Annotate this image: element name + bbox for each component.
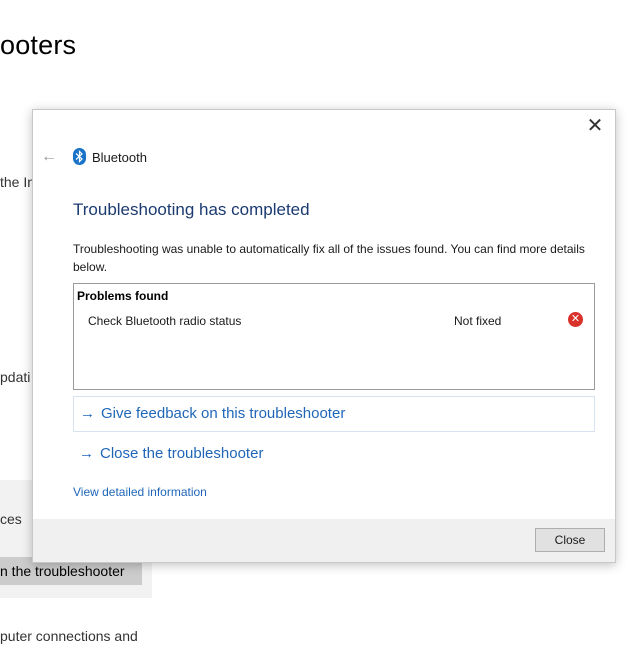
close-icon[interactable]: ✕: [585, 116, 605, 136]
background-text: pdati: [0, 369, 31, 385]
page-title: ooters: [0, 30, 77, 60]
arrow-right-icon: →: [79, 445, 94, 462]
view-detailed-information-link[interactable]: View detailed information: [73, 485, 207, 499]
problems-list: Problems found Check Bluetooth radio sta…: [73, 283, 595, 390]
problem-name: Check Bluetooth radio status: [88, 314, 242, 328]
background-text: puter connections and: [0, 628, 138, 644]
arrow-right-icon: →: [80, 405, 95, 422]
give-feedback-label: Give feedback on this troubleshooter: [101, 405, 346, 422]
close-button[interactable]: Close: [535, 528, 605, 552]
troubleshooter-dialog: ✕ ← Bluetooth Troubleshooting has comple…: [32, 109, 616, 563]
app-name: Bluetooth: [92, 150, 147, 165]
give-feedback-link[interactable]: → Give feedback on this troubleshooter: [73, 396, 595, 432]
close-troubleshooter-link[interactable]: → Close the troubleshooter: [73, 437, 593, 471]
bluetooth-icon: [73, 148, 86, 165]
dialog-footer: Close: [33, 519, 615, 562]
close-troubleshooter-label: Close the troubleshooter: [100, 445, 264, 462]
background-text: ces: [0, 511, 22, 527]
background-text: the In: [0, 174, 36, 190]
problems-header: Problems found: [77, 289, 169, 303]
problem-status: Not fixed: [454, 314, 502, 328]
dialog-description: Troubleshooting was unable to automatica…: [73, 242, 585, 274]
back-arrow-icon[interactable]: ←: [41, 148, 57, 166]
dialog-heading: Troubleshooting has completed: [73, 200, 310, 219]
error-icon: ✕: [568, 312, 583, 327]
